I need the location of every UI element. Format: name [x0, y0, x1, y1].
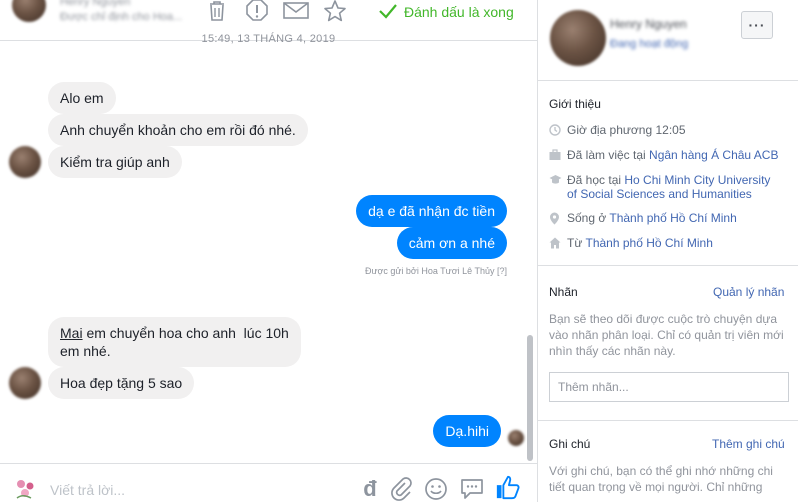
local-time-text: Giờ địa phương 12:05 [567, 123, 686, 137]
underlined-word[interactable]: Mai [60, 325, 83, 341]
lives-in-row: Sống ở Thành phố Hồ Chí Minh [549, 211, 737, 225]
message-bubble-outgoing[interactable]: Dạ.hihi [433, 415, 501, 447]
divider [538, 265, 798, 266]
profile-header: Henry Nguyen Đang hoạt động ··· [538, 0, 798, 81]
message-bubble-incoming[interactable]: Mai em chuyển hoa cho anh lúc 10h em nhé… [48, 317, 301, 367]
lives-link[interactable]: Thành phố Hồ Chí Minh [609, 211, 736, 225]
sent-by-help-link[interactable]: [?] [497, 266, 507, 276]
home-icon [549, 236, 567, 250]
spam-icon[interactable] [244, 0, 270, 24]
composer: đ [0, 463, 537, 502]
work-prefix: Đã làm việc tại [567, 148, 650, 162]
message-text-line: em chuyển hoa cho anh lúc 10h [82, 325, 289, 341]
notes-description: Với ghi chú, bạn có thể ghi nhớ những ch… [549, 464, 773, 494]
message-timestamp: 15:49, 13 THÁNG 4, 2019 [201, 33, 336, 45]
labels-title: Nhãn [549, 285, 578, 299]
message-bubble-incoming[interactable]: Alo em [48, 82, 116, 114]
mark-done-button[interactable]: Đánh dấu là xong [378, 0, 514, 24]
trash-icon[interactable] [204, 0, 230, 24]
profile-avatar[interactable] [550, 10, 606, 66]
more-options-button[interactable]: ··· [741, 11, 773, 39]
scrollbar[interactable] [527, 335, 533, 461]
mark-done-label: Đánh dấu là xong [404, 4, 514, 20]
work-link[interactable]: Ngân hàng Á Châu ACB [649, 148, 778, 162]
attachment-icon[interactable] [388, 476, 414, 502]
notes-title: Ghi chú [549, 437, 591, 451]
message-bubble-incoming[interactable]: Kiểm tra giúp anh [48, 146, 182, 178]
thumbs-up-icon[interactable] [495, 474, 521, 500]
manage-labels-link[interactable]: Quản lý nhãn [713, 285, 784, 299]
study-row: Đã học tại Ho Chi Minh City University o… [549, 173, 770, 201]
message-bubble-incoming[interactable]: Hoa đẹp tặng 5 sao [48, 367, 195, 399]
message-bubble-incoming[interactable]: Anh chuyển khoản cho em rồi đó nhé. [48, 114, 308, 146]
seen-indicator-avatar [508, 430, 524, 446]
add-note-link[interactable]: Thêm ghi chú [712, 437, 785, 451]
briefcase-icon [549, 148, 567, 162]
sent-by-text: Được gửi bởi Hoa Tươi Lê Thủy [364, 266, 495, 276]
message-text-line: em nhé. [60, 343, 111, 359]
payment-icon[interactable]: đ [357, 476, 383, 502]
labels-description: Bạn sẽ theo dõi được cuộc trò chuyện dựa… [549, 312, 784, 358]
divider [538, 420, 798, 421]
study-link-continued[interactable]: of Social Sciences and Humanities [567, 187, 752, 201]
work-row: Đã làm việc tại Ngân hàng Á Châu ACB [549, 148, 778, 162]
message-bubble-outgoing[interactable]: cảm ơn a nhé [396, 227, 507, 259]
sent-by-note: Được gửi bởi Hoa Tươi Lê Thủy [?] [365, 266, 507, 276]
contact-avatar[interactable] [9, 367, 41, 399]
lives-prefix: Sống ở [567, 211, 610, 225]
reply-input[interactable] [50, 481, 340, 499]
contact-avatar[interactable] [12, 0, 46, 22]
profile-name[interactable]: Henry Nguyen [610, 17, 687, 31]
study-prefix: Đã học tại [567, 173, 625, 187]
intro-title: Giới thiệu [549, 97, 601, 111]
check-icon [378, 2, 398, 23]
star-icon[interactable] [322, 0, 348, 24]
graduation-cap-icon [549, 173, 567, 201]
contact-info-sidebar: Henry Nguyen Đang hoạt động ··· Giới thi… [538, 0, 798, 502]
emoji-icon[interactable] [423, 476, 449, 502]
contact-name[interactable]: Henry Nguyen [60, 0, 130, 8]
chat-bubble-icon[interactable] [459, 476, 485, 502]
profile-status: Đang hoạt động [610, 38, 689, 50]
from-row: Từ Thành phố Hồ Chí Minh [549, 236, 713, 250]
mail-icon[interactable] [283, 0, 309, 24]
clock-icon [549, 123, 567, 137]
conversation-pane: Henry Nguyen Được chỉ định cho Hoa... Đá… [0, 0, 538, 502]
location-pin-icon [549, 211, 567, 225]
message-bubble-outgoing[interactable]: dạ e đã nhận đc tiền [356, 195, 507, 227]
add-label-input[interactable] [549, 372, 789, 402]
from-prefix: Từ [567, 236, 586, 250]
local-time-row: Giờ địa phương 12:05 [549, 123, 686, 137]
contact-avatar[interactable] [9, 146, 41, 178]
from-link[interactable]: Thành phố Hồ Chí Minh [585, 236, 712, 250]
study-link[interactable]: Ho Chi Minh City University [624, 173, 770, 187]
contact-assignment: Được chỉ định cho Hoa... [60, 11, 183, 23]
page-avatar [11, 474, 41, 502]
